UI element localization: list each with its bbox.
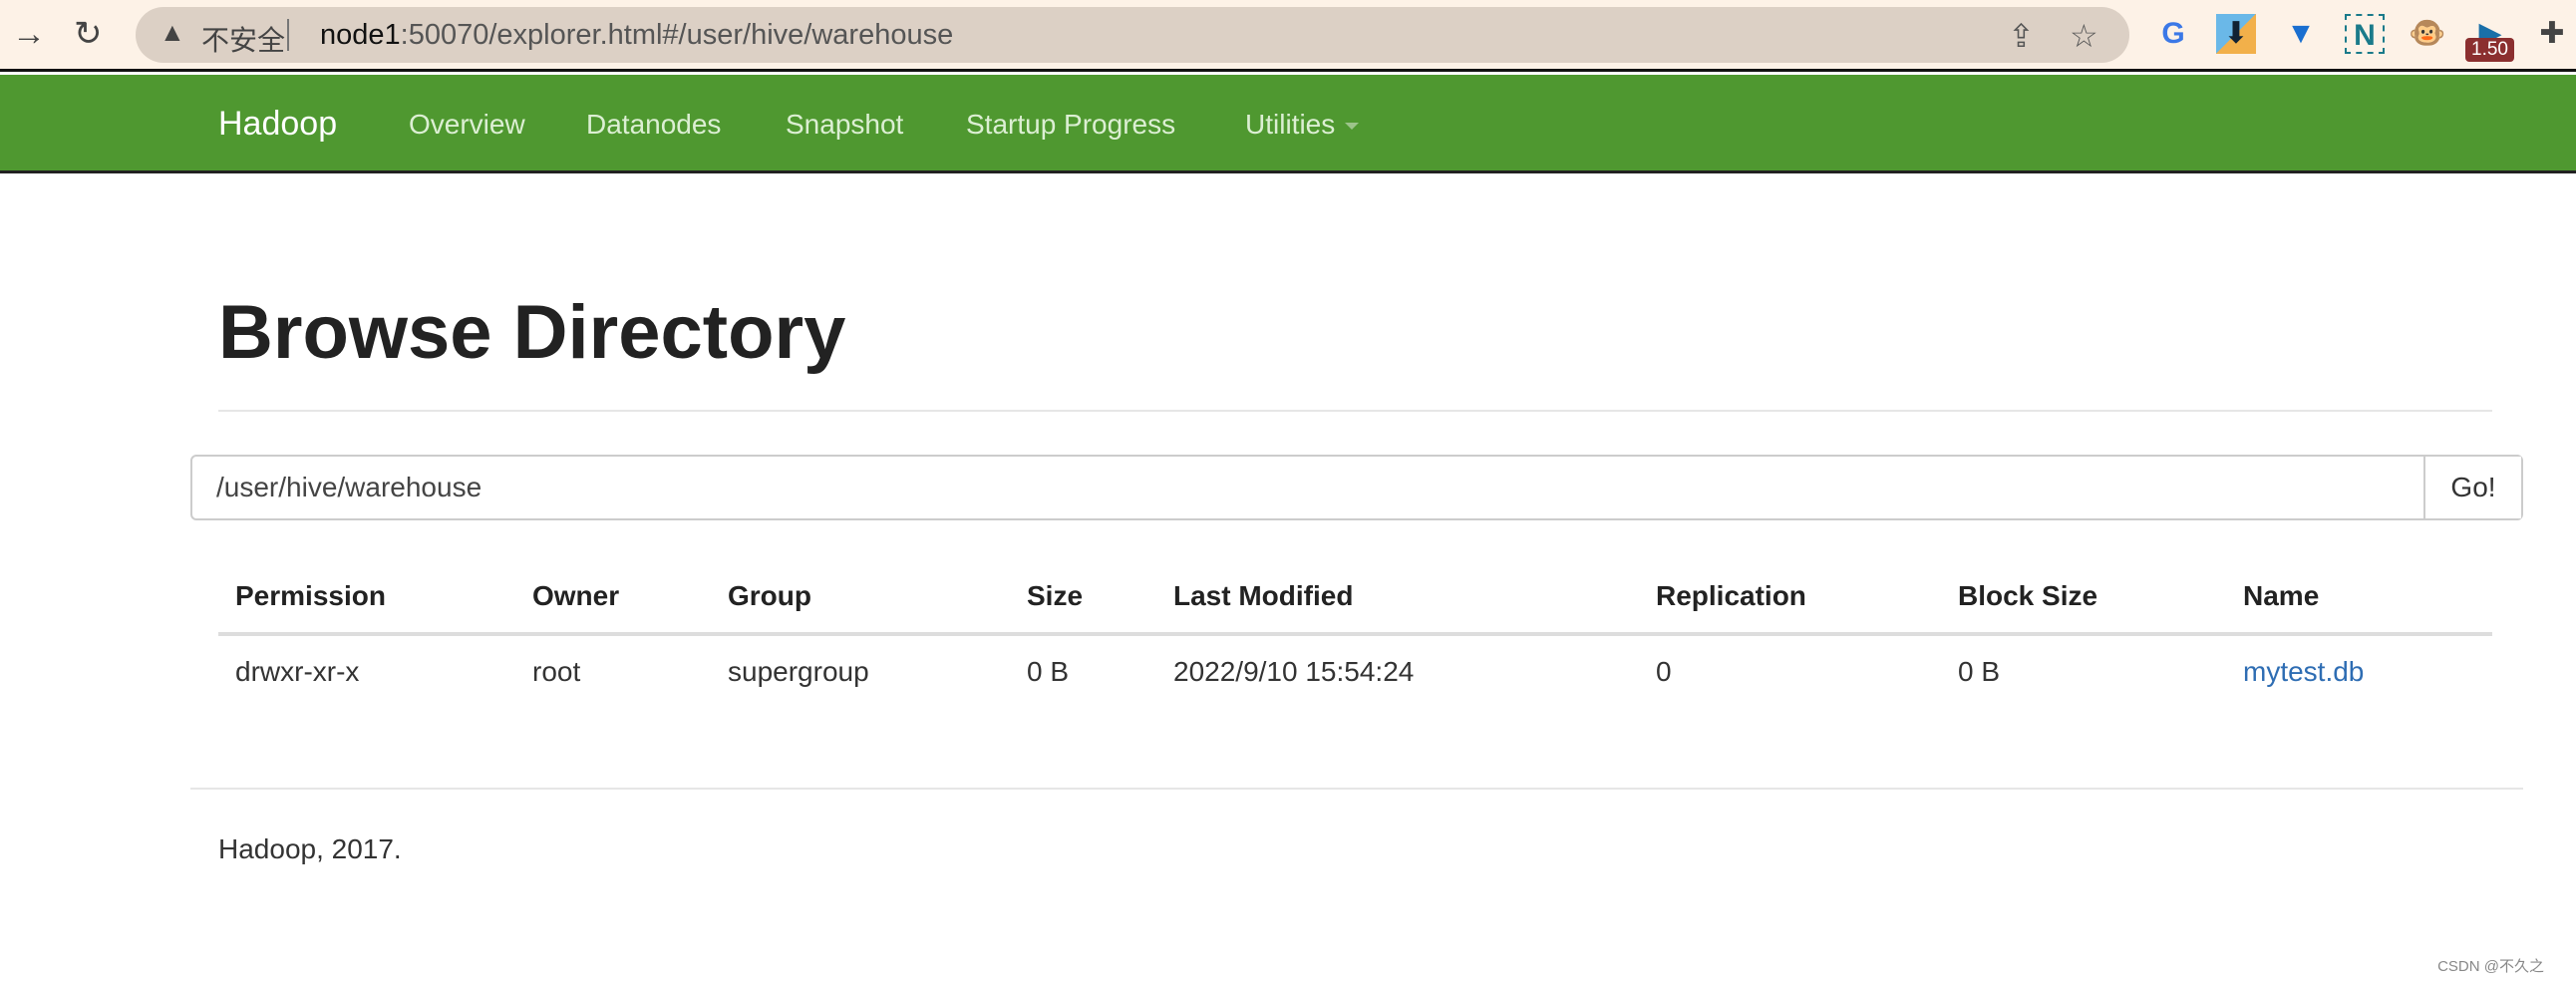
nav-snapshot[interactable]: Snapshot [786,109,903,141]
cell-permission: drwxr-xr-x [235,656,360,687]
download-icon[interactable]: ⬇ [2216,14,2256,54]
forward-icon[interactable]: → [12,14,46,54]
insecure-label: 不安全 [201,25,286,56]
divider [218,410,2492,412]
header-permission[interactable]: Permission [235,580,386,612]
browser-toolbar: → ↻ ▲ 不安全 node1:50070/explorer.html#/use… [0,0,2576,72]
nav-startup-progress[interactable]: Startup Progress [966,109,1175,141]
divider [287,19,289,51]
cell-size: 0 B [1027,656,1070,687]
funnel-icon[interactable]: ▼ [2281,14,2321,54]
google-translate-icon[interactable]: G [2153,14,2193,54]
header-group[interactable]: Group [728,580,811,612]
header-size[interactable]: Size [1027,580,1083,612]
table-header-border [218,632,2492,636]
header-owner[interactable]: Owner [532,580,619,612]
footer-divider [190,788,2523,790]
cell-last-modified: 2022/9/10 15:54:24 [1173,656,1415,687]
path-search-group: Go! [190,455,2523,520]
header-replication[interactable]: Replication [1656,580,1806,612]
header-last-modified[interactable]: Last Modified [1173,580,1353,612]
cell-name-link[interactable]: mytest.db [2243,656,2364,688]
header-name[interactable]: Name [2243,580,2319,612]
nav-utilities[interactable]: Utilities [1245,109,1360,141]
address-bar[interactable]: ▲ 不安全 node1:50070/explorer.html#/user/hi… [136,7,2129,63]
watermark: CSDN @不久之 [2437,958,2544,975]
share-icon[interactable]: ⇪ [2008,17,2035,55]
cell-group: supergroup [728,656,869,687]
cell-owner: root [532,656,581,687]
reload-icon[interactable]: ↻ [74,14,103,54]
nav-overview[interactable]: Overview [409,109,525,141]
cell-block-size: 0 B [1958,656,2001,687]
footer-text: Hadoop, 2017. [218,833,402,864]
cell-replication: 0 [1656,656,1672,687]
extensions-puzzle-icon[interactable]: ✚ [2532,14,2572,54]
go-button[interactable]: Go! [2423,457,2521,518]
nav-datanodes[interactable]: Datanodes [586,109,721,141]
monkey-icon[interactable]: 🐵 [2408,14,2447,54]
path-input[interactable] [192,457,2425,518]
header-block-size[interactable]: Block Size [1958,580,2097,612]
caret-down-icon [1345,123,1360,131]
warning-icon: ▲ [160,17,185,47]
page-title: Browse Directory [218,290,846,375]
navbar: Hadoop Overview Datanodes Snapshot Start… [0,75,2576,173]
url-text[interactable]: node1:50070/explorer.html#/user/hive/war… [320,19,953,52]
bookmark-star-icon[interactable]: ☆ [2070,17,2098,55]
extension-badge: 1.50 [2465,38,2514,62]
n-extension-icon[interactable]: N [2345,14,2385,54]
brand-link[interactable]: Hadoop [218,105,337,144]
